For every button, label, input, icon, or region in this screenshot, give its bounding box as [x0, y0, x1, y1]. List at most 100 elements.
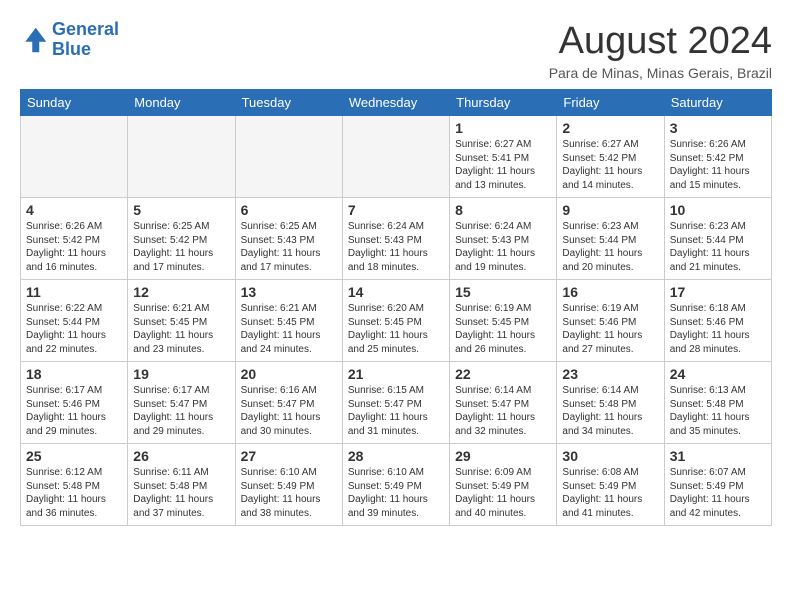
table-row: 13Sunrise: 6:21 AM Sunset: 5:45 PM Dayli… [235, 280, 342, 362]
table-row: 24 Sunrise: 6:13 AM Sunset: 5:48 PM Dayli… [664, 362, 771, 444]
day-info: Sunrise: 6:25 AM Sunset: 5:42 PM Dayligh… [133, 220, 229, 274]
header-tuesday: Tuesday [235, 90, 342, 116]
day-number: 9 [562, 202, 658, 218]
logo-general: General [52, 19, 119, 39]
day-info: Sunrise: 6:27 AM Sunset: 5:42 PM Dayligh… [562, 138, 658, 192]
header-monday: Monday [128, 90, 235, 116]
table-row: 14Sunrise: 6:20 AM Sunset: 5:45 PM Dayli… [342, 280, 449, 362]
day-info: Sunrise: 6:24 AM Sunset: 5:43 PM Dayligh… [348, 220, 444, 274]
table-row: 8Sunrise: 6:24 AM Sunset: 5:43 PM Daylig… [450, 198, 557, 280]
day-info: Sunrise: 6:14 AM Sunset: 5:47 PM Dayligh… [455, 384, 551, 438]
day-number: 6 [241, 202, 337, 218]
table-row [21, 116, 128, 198]
day-info: Sunrise: 6:23 AM Sunset: 5:44 PM Dayligh… [670, 220, 766, 274]
header-sunday: Sunday [21, 90, 128, 116]
day-number: 16 [562, 284, 658, 300]
day-info: Sunrise: 6:25 AM Sunset: 5:43 PM Dayligh… [241, 220, 337, 274]
day-number: 11 [26, 284, 122, 300]
table-row: 23 Sunrise: 6:14 AM Sunset: 5:48 PM Dayli… [557, 362, 664, 444]
day-number: 30 [562, 448, 658, 464]
day-info: Sunrise: 6:17 AM Sunset: 5:46 PM Dayligh… [26, 384, 122, 438]
header-friday: Friday [557, 90, 664, 116]
table-row: 6 Sunrise: 6:25 AM Sunset: 5:43 PM Daylig… [235, 198, 342, 280]
day-number: 4 [26, 202, 122, 218]
day-number: 15 [455, 284, 551, 300]
day-info: Sunrise: 6:27 AM Sunset: 5:41 PM Dayligh… [455, 138, 551, 192]
calendar-week-row: 1 Sunrise: 6:27 AM Sunset: 5:41 PM Daylig… [21, 116, 772, 198]
day-number: 28 [348, 448, 444, 464]
table-row: 12 Sunrise: 6:21 AM Sunset: 5:45 PM Dayli… [128, 280, 235, 362]
title-area: August 2024 Para de Minas, Minas Gerais,… [549, 20, 772, 81]
day-number: 5 [133, 202, 229, 218]
day-info: Sunrise: 6:26 AM Sunset: 5:42 PM Dayligh… [26, 220, 122, 274]
table-row: 2Sunrise: 6:27 AM Sunset: 5:42 PM Daylig… [557, 116, 664, 198]
table-row [342, 116, 449, 198]
day-info: Sunrise: 6:13 AM Sunset: 5:48 PM Dayligh… [670, 384, 766, 438]
day-number: 1 [455, 120, 551, 136]
day-info: Sunrise: 6:11 AM Sunset: 5:48 PM Dayligh… [133, 466, 229, 520]
day-info: Sunrise: 6:14 AM Sunset: 5:48 PM Dayligh… [562, 384, 658, 438]
day-info: Sunrise: 6:10 AM Sunset: 5:49 PM Dayligh… [241, 466, 337, 520]
calendar-week-row: 18 Sunrise: 6:17 AM Sunset: 5:46 PM Dayli… [21, 362, 772, 444]
day-number: 18 [26, 366, 122, 382]
day-number: 14 [348, 284, 444, 300]
table-row [235, 116, 342, 198]
day-header-row: Sunday Monday Tuesday Wednesday Thursday… [21, 90, 772, 116]
day-number: 31 [670, 448, 766, 464]
logo-icon [20, 26, 48, 54]
table-row: 9Sunrise: 6:23 AM Sunset: 5:44 PM Daylig… [557, 198, 664, 280]
day-number: 10 [670, 202, 766, 218]
table-row: 16 Sunrise: 6:19 AM Sunset: 5:46 PM Dayli… [557, 280, 664, 362]
day-info: Sunrise: 6:10 AM Sunset: 5:49 PM Dayligh… [348, 466, 444, 520]
calendar-week-row: 4 Sunrise: 6:26 AM Sunset: 5:42 PM Daylig… [21, 198, 772, 280]
month-title: August 2024 [549, 20, 772, 63]
calendar-body: 1 Sunrise: 6:27 AM Sunset: 5:41 PM Daylig… [21, 116, 772, 526]
day-number: 19 [133, 366, 229, 382]
day-number: 12 [133, 284, 229, 300]
logo-text: General Blue [52, 20, 119, 60]
table-row: 4 Sunrise: 6:26 AM Sunset: 5:42 PM Daylig… [21, 198, 128, 280]
table-row: 19 Sunrise: 6:17 AM Sunset: 5:47 PM Dayli… [128, 362, 235, 444]
header-wednesday: Wednesday [342, 90, 449, 116]
day-info: Sunrise: 6:07 AM Sunset: 5:49 PM Dayligh… [670, 466, 766, 520]
table-row: 28 Sunrise: 6:10 AM Sunset: 5:49 PM Dayli… [342, 444, 449, 526]
day-info: Sunrise: 6:18 AM Sunset: 5:46 PM Dayligh… [670, 302, 766, 356]
day-number: 21 [348, 366, 444, 382]
table-row: 7 Sunrise: 6:24 AM Sunset: 5:43 PM Daylig… [342, 198, 449, 280]
table-row: 11 Sunrise: 6:22 AM Sunset: 5:44 PM Dayli… [21, 280, 128, 362]
table-row: 10 Sunrise: 6:23 AM Sunset: 5:44 PM Dayli… [664, 198, 771, 280]
day-info: Sunrise: 6:08 AM Sunset: 5:49 PM Dayligh… [562, 466, 658, 520]
day-number: 3 [670, 120, 766, 136]
table-row: 29Sunrise: 6:09 AM Sunset: 5:49 PM Dayli… [450, 444, 557, 526]
day-number: 23 [562, 366, 658, 382]
day-number: 13 [241, 284, 337, 300]
calendar-week-row: 25Sunrise: 6:12 AM Sunset: 5:48 PM Dayli… [21, 444, 772, 526]
day-info: Sunrise: 6:21 AM Sunset: 5:45 PM Dayligh… [133, 302, 229, 356]
table-row: 31 Sunrise: 6:07 AM Sunset: 5:49 PM Dayli… [664, 444, 771, 526]
calendar-table: Sunday Monday Tuesday Wednesday Thursday… [20, 89, 772, 526]
day-number: 27 [241, 448, 337, 464]
day-info: Sunrise: 6:19 AM Sunset: 5:46 PM Dayligh… [562, 302, 658, 356]
page: General Blue August 2024 Para de Minas, … [0, 0, 792, 536]
day-number: 7 [348, 202, 444, 218]
day-info: Sunrise: 6:17 AM Sunset: 5:47 PM Dayligh… [133, 384, 229, 438]
table-row: 17 Sunrise: 6:18 AM Sunset: 5:46 PM Dayli… [664, 280, 771, 362]
day-number: 22 [455, 366, 551, 382]
table-row: 22 Sunrise: 6:14 AM Sunset: 5:47 PM Dayli… [450, 362, 557, 444]
table-row: 26 Sunrise: 6:11 AM Sunset: 5:48 PM Dayli… [128, 444, 235, 526]
table-row: 18 Sunrise: 6:17 AM Sunset: 5:46 PM Dayli… [21, 362, 128, 444]
day-number: 24 [670, 366, 766, 382]
header-thursday: Thursday [450, 90, 557, 116]
day-number: 20 [241, 366, 337, 382]
table-row: 30 Sunrise: 6:08 AM Sunset: 5:49 PM Dayli… [557, 444, 664, 526]
day-number: 26 [133, 448, 229, 464]
table-row: 15Sunrise: 6:19 AM Sunset: 5:45 PM Dayli… [450, 280, 557, 362]
logo-blue: Blue [52, 39, 91, 59]
day-info: Sunrise: 6:15 AM Sunset: 5:47 PM Dayligh… [348, 384, 444, 438]
day-number: 17 [670, 284, 766, 300]
day-info: Sunrise: 6:22 AM Sunset: 5:44 PM Dayligh… [26, 302, 122, 356]
day-info: Sunrise: 6:12 AM Sunset: 5:48 PM Dayligh… [26, 466, 122, 520]
table-row: 5 Sunrise: 6:25 AM Sunset: 5:42 PM Daylig… [128, 198, 235, 280]
day-info: Sunrise: 6:24 AM Sunset: 5:43 PM Dayligh… [455, 220, 551, 274]
location: Para de Minas, Minas Gerais, Brazil [549, 65, 772, 81]
